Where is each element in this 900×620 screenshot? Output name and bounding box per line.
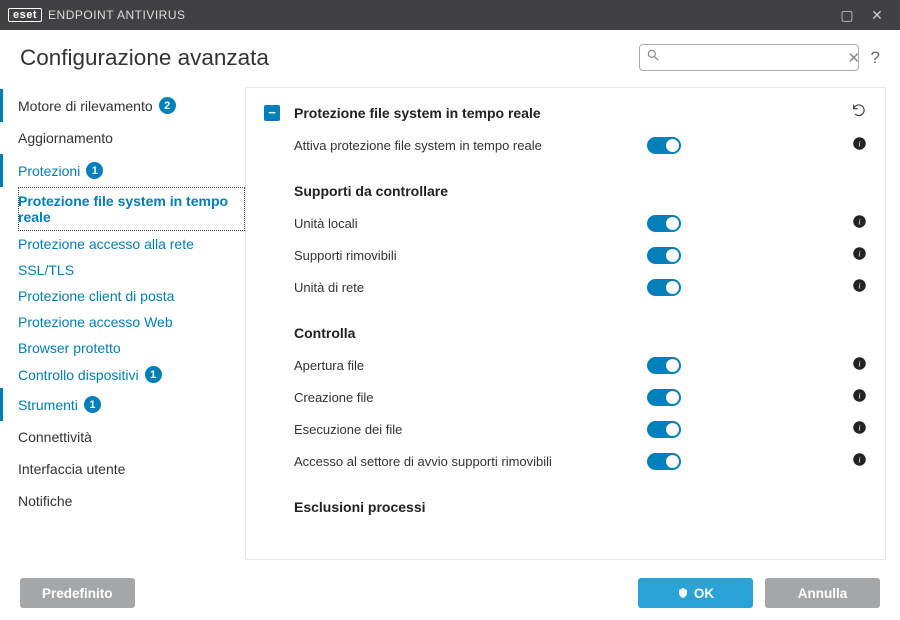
svg-text:i: i <box>858 456 860 465</box>
clear-search-icon[interactable]: ✕ <box>848 49 861 67</box>
collapse-icon[interactable]: − <box>264 105 280 121</box>
sidebar-item-label: Protezioni <box>18 163 80 179</box>
info-icon[interactable]: i <box>847 136 867 154</box>
brand-logo: eset <box>8 8 42 22</box>
window-close-icon[interactable]: ✕ <box>862 7 892 24</box>
info-icon[interactable]: i <box>847 278 867 296</box>
shield-icon <box>677 587 689 599</box>
sidebar-item-label: Protezione accesso Web <box>18 314 173 330</box>
sidebar-item-detection-engine[interactable]: Motore di rilevamento 2 <box>0 89 245 122</box>
setting-label: Esecuzione dei file <box>294 422 647 437</box>
sidebar-item-label: Aggiornamento <box>18 130 113 146</box>
setting-label: Creazione file <box>294 390 647 405</box>
sidebar-item-label: SSL/TLS <box>18 262 74 278</box>
count-badge: 1 <box>145 366 162 383</box>
info-icon[interactable]: i <box>847 388 867 406</box>
sidebar-item-connectivity[interactable]: Connettività <box>0 421 245 453</box>
toggle-local-drives[interactable] <box>647 215 681 232</box>
svg-text:i: i <box>858 424 860 433</box>
undo-icon[interactable] <box>851 102 867 123</box>
setting-label: Unità locali <box>294 216 647 231</box>
svg-text:i: i <box>858 360 860 369</box>
toggle-boot-sector[interactable] <box>647 453 681 470</box>
toggle-file-execution[interactable] <box>647 421 681 438</box>
svg-text:i: i <box>858 250 860 259</box>
help-icon[interactable]: ? <box>871 48 880 68</box>
sidebar-item-ui[interactable]: Interfaccia utente <box>0 453 245 485</box>
sidebar-item-tools[interactable]: Strumenti 1 <box>0 388 245 421</box>
info-icon[interactable]: i <box>847 214 867 232</box>
section-title: Protezione file system in tempo reale <box>294 105 851 121</box>
setting-label: Apertura file <box>294 358 647 373</box>
sidebar-item-label: Notifiche <box>18 493 72 509</box>
sidebar-item-secure-browser[interactable]: Browser protetto <box>18 335 245 361</box>
count-badge: 1 <box>86 162 103 179</box>
svg-text:i: i <box>858 140 860 149</box>
setting-label: Accesso al settore di avvio supporti rim… <box>294 454 647 469</box>
toggle-file-creation[interactable] <box>647 389 681 406</box>
svg-text:i: i <box>858 282 860 291</box>
info-icon[interactable]: i <box>847 420 867 438</box>
sidebar-item-label: Connettività <box>18 429 92 445</box>
toggle-removable-media[interactable] <box>647 247 681 264</box>
sidebar-item-update[interactable]: Aggiornamento <box>0 122 245 154</box>
cancel-button[interactable]: Annulla <box>765 578 880 608</box>
sidebar-item-label: Protezione client di posta <box>18 288 174 304</box>
setting-label: Supporti rimovibili <box>294 248 647 263</box>
sidebar-item-web-access[interactable]: Protezione accesso Web <box>18 309 245 335</box>
page-title: Configurazione avanzata <box>20 45 269 71</box>
default-button[interactable]: Predefinito <box>20 578 135 608</box>
subsection-title: Esclusioni processi <box>246 477 885 523</box>
svg-text:i: i <box>858 392 860 401</box>
sidebar-item-device-control[interactable]: Controllo dispositivi 1 <box>18 361 245 388</box>
toggle-network-drives[interactable] <box>647 279 681 296</box>
sidebar-item-label: Strumenti <box>18 397 78 413</box>
info-icon[interactable]: i <box>847 246 867 264</box>
setting-label: Unità di rete <box>294 280 647 295</box>
sidebar-item-label: Browser protetto <box>18 340 121 356</box>
ok-button[interactable]: OK <box>638 578 753 608</box>
setting-label: Attiva protezione file system in tempo r… <box>294 138 647 153</box>
sidebar-item-realtime-fs[interactable]: Protezione file system in tempo reale <box>18 187 245 231</box>
sidebar-item-notifications[interactable]: Notifiche <box>0 485 245 517</box>
subsection-title: Supporti da controllare <box>246 161 885 207</box>
toggle-activate-realtime[interactable] <box>647 137 681 154</box>
sidebar-item-label: Protezione file system in tempo reale <box>18 193 237 225</box>
search-box[interactable]: ✕ <box>639 44 859 71</box>
sidebar-item-label: Protezione accesso alla rete <box>18 236 194 252</box>
sidebar-item-ssl-tls[interactable]: SSL/TLS <box>18 257 245 283</box>
info-icon[interactable]: i <box>847 452 867 470</box>
subsection-title: Controlla <box>246 303 885 349</box>
window-maximize-icon[interactable]: ▢ <box>832 7 862 24</box>
svg-text:i: i <box>858 218 860 227</box>
search-icon <box>646 48 660 67</box>
info-icon[interactable]: i <box>847 356 867 374</box>
sidebar-item-network-access[interactable]: Protezione accesso alla rete <box>18 231 245 257</box>
count-badge: 2 <box>159 97 176 114</box>
count-badge: 1 <box>84 396 101 413</box>
ok-button-label: OK <box>694 586 714 601</box>
sidebar-item-label: Motore di rilevamento <box>18 98 153 114</box>
sidebar-item-protections[interactable]: Protezioni 1 <box>0 154 245 187</box>
sidebar-item-label: Interfaccia utente <box>18 461 125 477</box>
product-name: ENDPOINT ANTIVIRUS <box>48 8 185 22</box>
search-input[interactable] <box>666 50 842 65</box>
sidebar-item-mail-client[interactable]: Protezione client di posta <box>18 283 245 309</box>
toggle-file-open[interactable] <box>647 357 681 374</box>
sidebar-item-label: Controllo dispositivi <box>18 367 139 383</box>
